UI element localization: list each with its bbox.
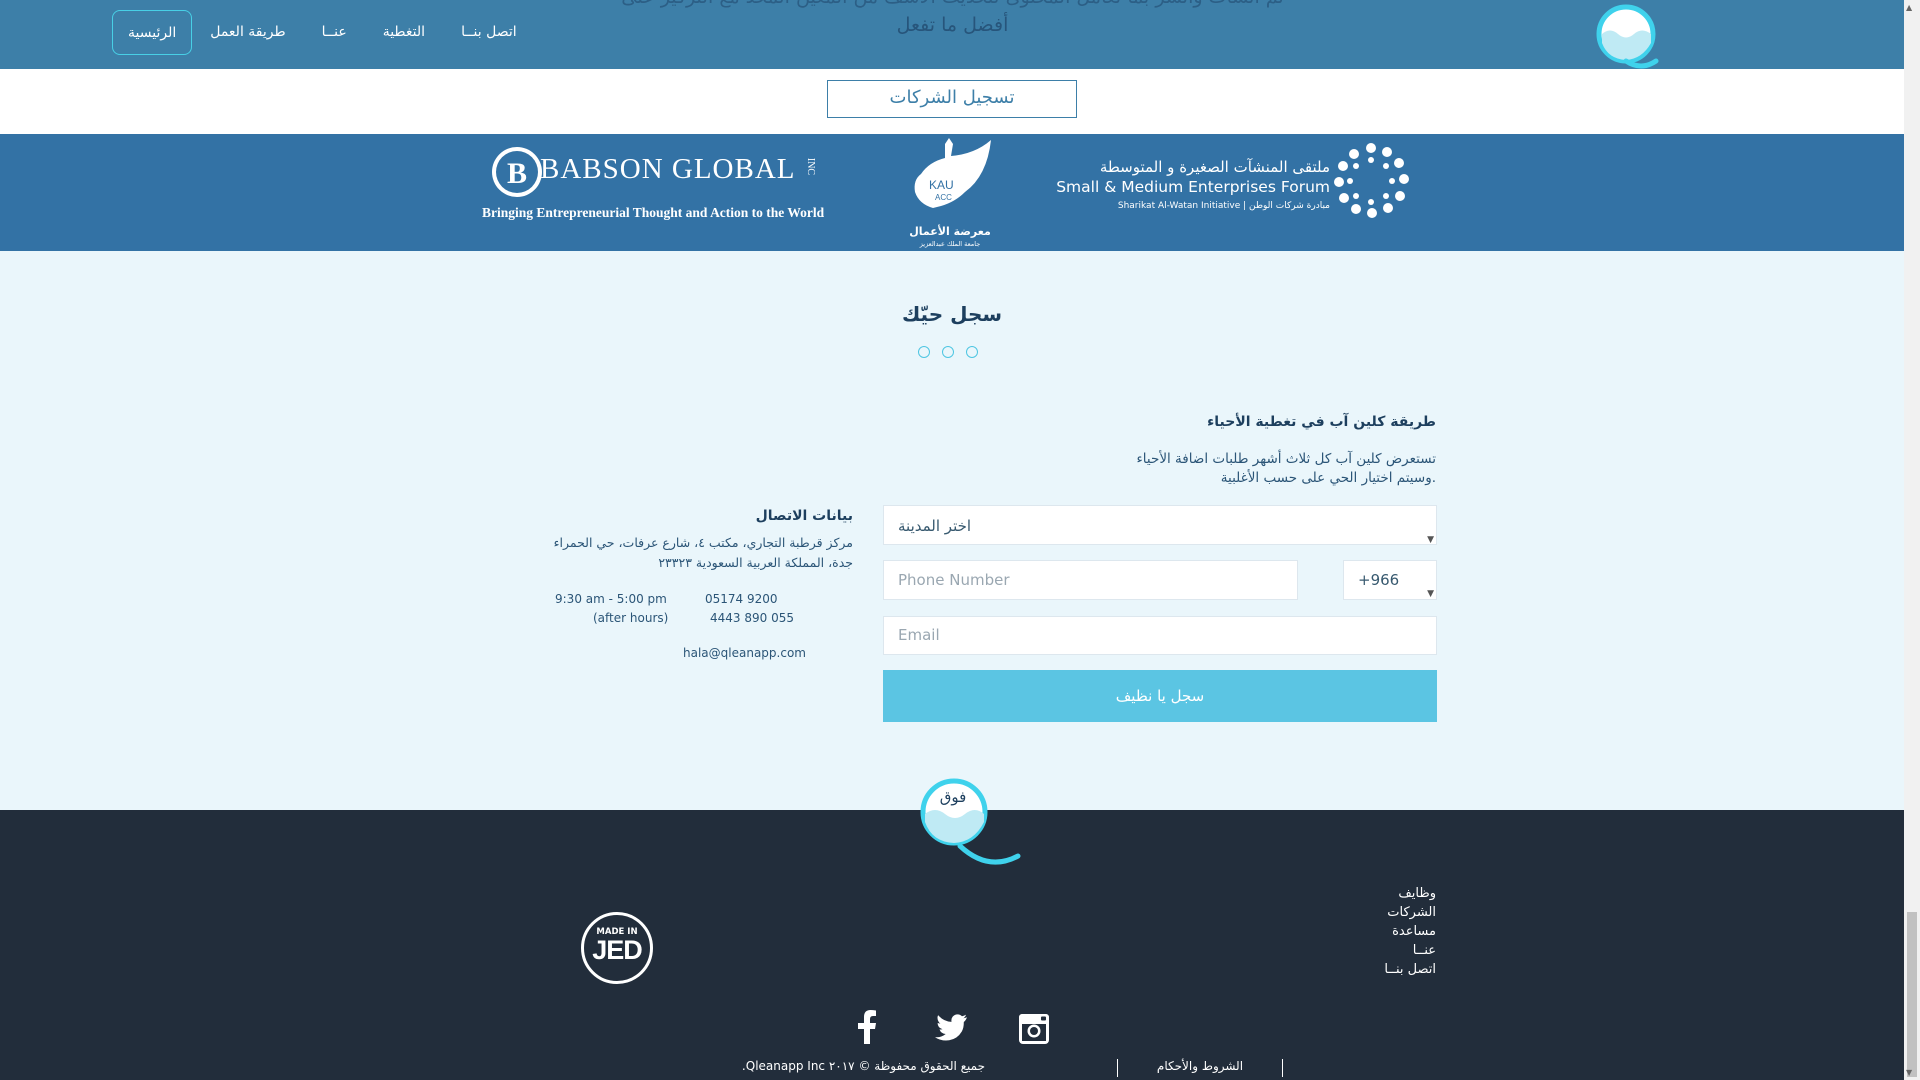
contact-phone-after-hours[interactable]: 4443 890 055 (710, 611, 794, 625)
babson-tagline: Bringing Entrepreneurial Thought and Act… (482, 205, 825, 220)
kau-arabic-sub: جامعة الملك عبدالعزيز (919, 240, 981, 248)
footer-link-about[interactable]: عنــا (1384, 941, 1436, 960)
babson-emblem-icon: B (492, 147, 542, 197)
footer-link-companies[interactable]: الشركات (1384, 903, 1436, 922)
phone-input[interactable]: Phone Number (883, 560, 1298, 600)
top-navbar: تم انشأت وأنشر بما تعامل المحتوى لتحديث … (0, 0, 1904, 69)
sme-forum-logo: ملتقى المنشآت الصغيرة و المتوسطة Small &… (1056, 140, 1420, 230)
svg-text:KAU: KAU (929, 178, 954, 192)
kau-dove-icon: KAU ACC (914, 138, 991, 208)
nav-menu: الرئيسية طريقة العمل عنــا التغطية اتصل … (112, 10, 535, 55)
email-input[interactable]: Email (883, 616, 1437, 655)
contact-phone[interactable]: 05174 9200 (705, 592, 778, 606)
step-dot[interactable] (918, 346, 930, 358)
nav-item-coverage[interactable]: التغطية (365, 10, 443, 55)
scroll-thumb[interactable] (1907, 912, 1917, 1077)
after-hours-label: (after hours) (593, 611, 669, 625)
footer-link-jobs[interactable]: وظايف (1384, 884, 1436, 903)
svg-text:B: B (507, 157, 527, 190)
twitter-icon[interactable] (935, 1014, 967, 1041)
instagram-icon[interactable] (1018, 1013, 1050, 1045)
hero-text-line1: تم انشأت وأنشر بما تعامل المحتوى لتحديث … (600, 0, 1305, 11)
scroll-up-arrow-icon[interactable]: ▲ (1906, 3, 1912, 12)
address-line1: مركز قرطبة التجاري، مكتب ٤، شارع عرفات، … (553, 535, 853, 550)
nav-item-about[interactable]: عنــا (304, 10, 365, 55)
qlean-logo[interactable] (1596, 3, 1660, 69)
sme-subtitle: Sharikat Al-Watan Initiative | مبادرة شر… (1117, 201, 1330, 211)
terms-link[interactable]: الشروط والأحكام (1117, 1059, 1283, 1077)
babson-title: BABSON GLOBAL (540, 153, 796, 185)
nav-item-contact[interactable]: اتصل بنــا (443, 10, 535, 55)
babson-inc: INC (805, 157, 817, 176)
coverage-text-line2: .وسيتم اختيار الحي على حسب الأغلبية (1220, 470, 1436, 486)
coverage-description: تستعرض كلين آب كل ثلاث أشهر طلبات اضافة … (936, 450, 1436, 488)
coverage-text-line1: تستعرض كلين آب كل ثلاث أشهر طلبات اضافة … (1136, 451, 1436, 467)
country-code-select[interactable]: +966 ▼ (1343, 560, 1437, 600)
footer-links: وظايف الشركات مساعدة عنــا اتصل بنــا (1384, 884, 1436, 979)
made-in-jed-badge: MADE IN JED (581, 912, 653, 984)
coverage-heading: طريقة كلين آب في تغطية الأحياء (1207, 414, 1436, 430)
step-indicator (918, 346, 978, 358)
footer-link-help[interactable]: مساعدة (1384, 922, 1436, 941)
contact-heading: بيانات الاتصال (755, 508, 853, 524)
chevron-down-icon: ▼ (1427, 589, 1434, 599)
facebook-icon[interactable] (856, 1010, 878, 1044)
register-submit-button[interactable]: سجل يا نظيف (883, 670, 1437, 722)
contact-email[interactable]: hala@qleanapp.com (683, 646, 806, 660)
copyright-text: جميع الحقوق محفوظة © ٢٠١٧ Qleanapp Inc. (741, 1059, 985, 1073)
register-companies-button[interactable]: تسجيل الشركات (827, 80, 1077, 118)
sme-arabic: ملتقى المنشآت الصغيرة و المتوسطة (1099, 158, 1330, 176)
kau-logo: KAU ACC معرضة الأعمال جامعة الملك عبدالع… (905, 136, 995, 248)
kau-arabic: معرضة الأعمال (909, 225, 991, 238)
svg-text:ACC: ACC (935, 193, 952, 202)
nav-item-how-it-works[interactable]: طريقة العمل (192, 10, 303, 55)
jed-label: JED (592, 935, 643, 965)
sme-english: Small & Medium Enterprises Forum (1056, 178, 1330, 196)
scroll-down-arrow-icon[interactable]: ▼ (1906, 1068, 1912, 1077)
step-dot[interactable] (942, 346, 954, 358)
hero-text-line2: أفضل ما تفعل (896, 14, 1009, 36)
sme-emblem-icon (1334, 143, 1409, 218)
country-code-value: +966 (1358, 571, 1400, 589)
contact-address: مركز قرطبة التجاري، مكتب ٤، شارع عرفات، … (523, 533, 853, 573)
city-select-value: اختر المدينة (898, 517, 972, 535)
register-title: سجل حيّك (901, 302, 1003, 326)
footer-link-contact[interactable]: اتصل بنــا (1384, 960, 1436, 979)
contact-hours: 9:30 am - 5:00 pm (555, 592, 667, 606)
nav-item-home[interactable]: الرئيسية (112, 10, 193, 55)
back-to-top-label[interactable]: فوق (918, 788, 988, 806)
address-line2: جدة، المملكة العربية السعودية ٢٣٣٢٣ (658, 555, 853, 570)
step-dot[interactable] (966, 346, 978, 358)
chevron-down-icon: ▼ (1427, 535, 1434, 545)
city-select[interactable]: اختر المدينة ▼ (883, 505, 1437, 545)
